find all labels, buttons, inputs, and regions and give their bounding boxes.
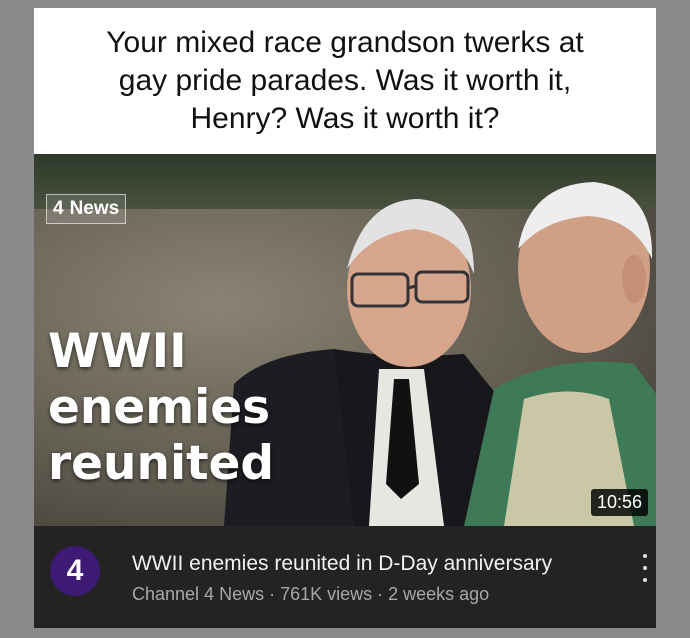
channel-avatar[interactable]: 4 xyxy=(50,546,100,596)
meme-caption: Your mixed race grandson twerks at gay p… xyxy=(34,8,656,154)
more-options-icon[interactable] xyxy=(638,554,652,582)
thumbnail-headline: WWII enemies reunited xyxy=(48,324,274,492)
headline-line-3: reunited xyxy=(48,436,275,491)
video-title[interactable]: WWII enemies reunited in D-Day anniversa… xyxy=(132,552,552,576)
video-thumbnail[interactable]: 4 News WWII enemies reunited 10:56 xyxy=(34,154,656,526)
kebab-dot xyxy=(643,566,647,570)
caption-line-1: Your mixed race grandson twerks at xyxy=(106,26,584,59)
video-duration-badge: 10:56 xyxy=(590,489,648,516)
kebab-dot xyxy=(643,578,647,582)
video-info-bar: 4 WWII enemies reunited in D-Day anniver… xyxy=(34,526,656,628)
meme-frame: Your mixed race grandson twerks at gay p… xyxy=(34,8,656,628)
headline-line-1: WWII xyxy=(48,324,187,379)
caption-line-2: gay pride parades. Was it worth it, xyxy=(118,64,572,97)
kebab-dot xyxy=(643,554,647,558)
headline-line-2: enemies xyxy=(48,380,271,435)
caption-line-3: Henry? Was it worth it? xyxy=(190,102,500,135)
video-meta: Channel 4 News · 761K views · 2 weeks ag… xyxy=(132,584,490,604)
